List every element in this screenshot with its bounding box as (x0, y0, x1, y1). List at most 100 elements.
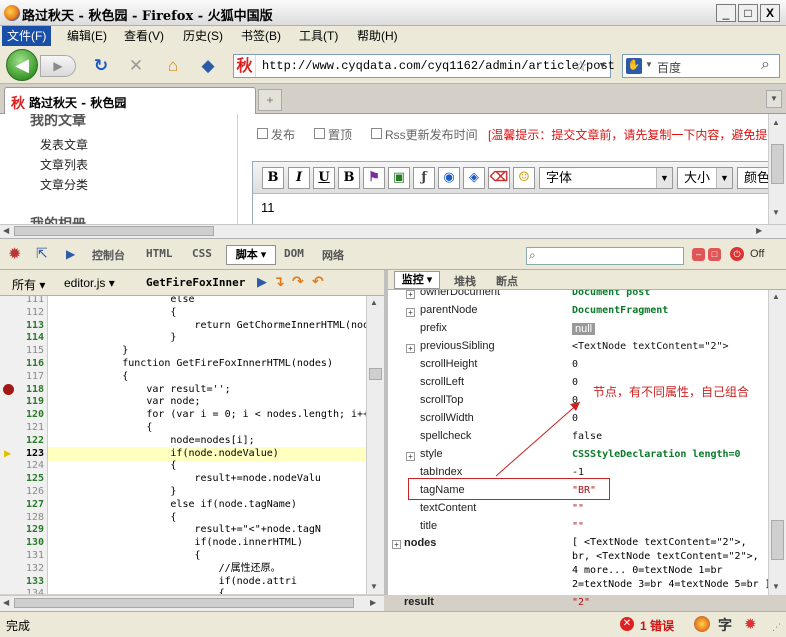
firebug-bug-icon[interactable]: ✹ (8, 244, 21, 264)
sidebar-item-list[interactable]: 文章列表 (40, 156, 88, 173)
source-vertical-scrollbar[interactable]: ▲ ▼ (366, 296, 384, 594)
eraser-icon[interactable]: ⌫ (488, 167, 510, 189)
scroll-up-icon[interactable]: ▲ (370, 298, 378, 307)
page-vertical-scrollbar[interactable]: ▲ ▼ (768, 114, 786, 224)
line-number[interactable]: 129 (0, 523, 44, 536)
tab-console[interactable]: 控制台 (92, 247, 125, 263)
power-icon[interactable]: ⏻ (730, 247, 744, 261)
new-tab-button[interactable]: + (258, 89, 282, 111)
step-into-icon[interactable]: ↴ (273, 273, 285, 290)
continue-icon[interactable]: ▶ (257, 274, 267, 290)
expand-nodes-icon[interactable]: + (392, 540, 401, 549)
rss-checkbox[interactable] (371, 128, 382, 139)
tab-stack[interactable]: 堆栈 (454, 273, 476, 289)
addon-icon[interactable]: ◆ (197, 56, 219, 76)
line-number[interactable]: 113 (0, 319, 44, 332)
scroll-thumb[interactable] (771, 520, 784, 560)
play-icon[interactable]: ▶ (66, 247, 75, 261)
baidu-engine-icon[interactable]: ✋ (626, 58, 642, 74)
menu-edit[interactable]: 编辑(E) (62, 26, 112, 46)
line-gutter[interactable]: 111 112 113 114 115 116 117 118 119 120 121 122 123 ▶… (0, 296, 48, 594)
h-scroll-thumb[interactable] (14, 598, 354, 608)
search-input[interactable]: 百度 (657, 59, 681, 76)
flash-icon[interactable]: ƒ (413, 167, 435, 189)
line-number[interactable]: 134 (0, 587, 44, 594)
scroll-down-icon[interactable]: ▼ (370, 582, 378, 591)
line-number[interactable]: 126 (0, 485, 44, 498)
url-dropdown-icon[interactable]: ▼ (598, 60, 607, 70)
minimize-button[interactable]: _ (716, 4, 736, 22)
home-icon[interactable]: ⌂ (162, 56, 184, 76)
url-text[interactable]: http://www.cyqdata.com/cyq1162/admin/art… (262, 59, 615, 73)
line-number[interactable]: 120 (0, 408, 44, 421)
charset-icon[interactable]: 字 (718, 615, 732, 635)
line-number[interactable]: 128 (0, 511, 44, 524)
scroll-up-icon[interactable]: ▲ (772, 118, 780, 127)
step-over-icon[interactable]: ↷ (292, 273, 304, 290)
line-number[interactable]: 131 (0, 549, 44, 562)
maximize-button[interactable]: □ (738, 4, 758, 22)
all-filter[interactable]: 所有 ▾ (12, 276, 45, 293)
line-number[interactable]: 115 (0, 344, 44, 357)
scroll-thumb[interactable] (771, 144, 784, 184)
firefox-status-icon[interactable] (694, 616, 710, 632)
underline-button[interactable]: U (313, 167, 335, 189)
line-number[interactable]: 117 (0, 370, 44, 383)
line-number[interactable]: 121 (0, 421, 44, 434)
tab-css[interactable]: CSS (192, 247, 212, 260)
smiley-icon[interactable]: ☺ (513, 167, 535, 189)
editor-content[interactable]: 11 (261, 200, 275, 215)
link-icon[interactable]: ◈ (463, 167, 485, 189)
tab-list-icon[interactable]: ▼ (766, 90, 782, 108)
tab-breakpoints[interactable]: 断点 (496, 273, 518, 289)
media-icon[interactable]: ◉ (438, 167, 460, 189)
inspect-icon[interactable]: ⇱ (36, 245, 48, 262)
flag-icon[interactable]: ⚑ (363, 167, 385, 189)
scroll-down-icon[interactable]: ▼ (772, 208, 780, 217)
firebug-search-input[interactable]: ⌕ (526, 247, 684, 265)
scroll-left-icon[interactable]: ◀ (3, 598, 9, 607)
bold-button[interactable]: B (262, 167, 284, 189)
line-number[interactable]: 132 (0, 562, 44, 575)
line-number[interactable]: 125 (0, 472, 44, 485)
scroll-right-icon[interactable]: ▶ (370, 598, 376, 607)
bookmark-star-icon[interactable]: ☆ (574, 57, 587, 75)
line-number[interactable]: 116 (0, 357, 44, 370)
image-icon[interactable]: ▣ (388, 167, 410, 189)
scroll-right-icon[interactable]: ▶ (756, 226, 762, 235)
engine-dropdown-icon[interactable]: ▼ (645, 60, 653, 69)
file-select[interactable]: editor.js ▾ (64, 276, 115, 290)
line-number[interactable]: 127 (0, 498, 44, 511)
sidebar-item-category[interactable]: 文章分类 (40, 176, 88, 193)
resize-grip-icon[interactable]: ⋰ (772, 622, 781, 633)
bold-alt-button[interactable]: B (338, 167, 360, 189)
firebug-status-icon[interactable]: ✹ (744, 615, 757, 633)
tab-dom[interactable]: DOM (284, 247, 304, 260)
scroll-up-icon[interactable]: ▲ (772, 292, 780, 301)
back-button[interactable]: ◀ (6, 49, 38, 81)
off-label[interactable]: Off (750, 248, 764, 260)
scroll-thumb[interactable] (369, 368, 382, 380)
forward-button[interactable]: ▶ (40, 55, 76, 77)
detach-firebug-icon[interactable]: □ (708, 248, 721, 261)
font-select[interactable]: 字体 ▼ (539, 167, 673, 189)
tab-active[interactable]: 秋 路过秋天 - 秋色园 (4, 87, 256, 114)
search-box[interactable]: ✋ ▼ 百度 ⌕ (622, 54, 780, 78)
minimize-firebug-icon[interactable]: – (692, 248, 705, 261)
line-number[interactable]: 133 (0, 575, 44, 588)
reload-icon[interactable]: ↻ (90, 56, 112, 76)
scroll-left-icon[interactable]: ◀ (3, 226, 9, 235)
tab-watch[interactable]: 监控 ▾ (394, 271, 440, 289)
line-number[interactable]: 119 (0, 395, 44, 408)
h-scroll-thumb[interactable] (14, 226, 214, 236)
sidebar-item-post[interactable]: 发表文章 (40, 136, 88, 153)
error-icon[interactable]: ✕ (620, 617, 634, 631)
search-icon[interactable]: ⌕ (761, 56, 770, 74)
menu-tools[interactable]: 工具(T) (294, 26, 343, 46)
scroll-down-icon[interactable]: ▼ (772, 582, 780, 591)
error-count[interactable]: 1 错误 (640, 617, 674, 634)
watch-key-nodes[interactable]: nodes (404, 537, 436, 549)
menu-file[interactable]: 文件(F) (2, 26, 52, 46)
step-out-icon[interactable]: ↶ (312, 273, 324, 290)
pin-checkbox[interactable] (314, 128, 325, 139)
